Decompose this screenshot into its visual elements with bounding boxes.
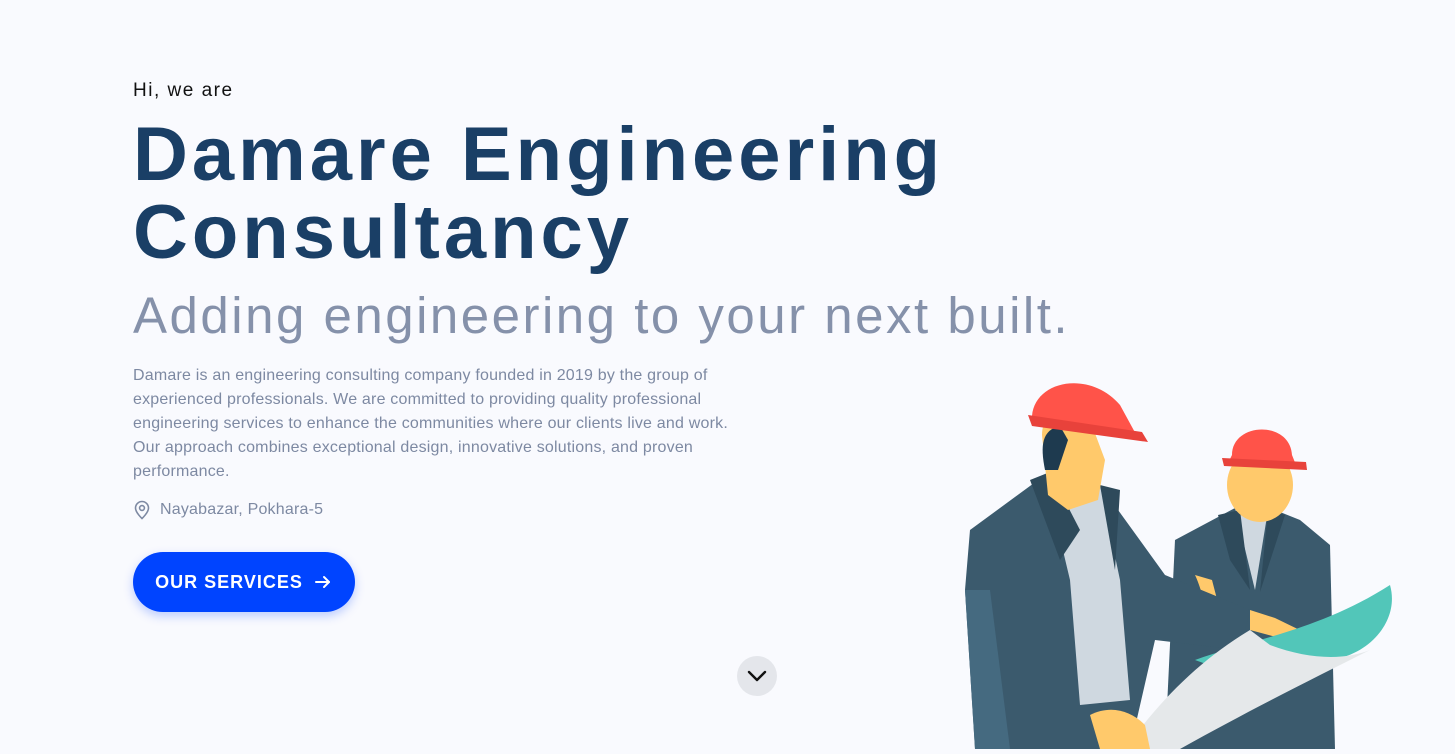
engineers-illustration — [950, 360, 1410, 749]
location-text: Nayabazar, Pokhara-5 — [160, 501, 324, 518]
our-services-button[interactable]: OUR SERVICES — [133, 552, 355, 612]
hero-greeting: Hi, we are — [133, 80, 234, 101]
arrow-right-icon — [313, 572, 333, 592]
chevron-down-icon — [746, 669, 768, 683]
our-services-label: OUR SERVICES — [155, 571, 303, 592]
hero-tagline: Adding engineering to your next built. — [133, 287, 1071, 344]
hero-description: Damare is an engineering consulting comp… — [133, 367, 728, 480]
scroll-down-button[interactable] — [737, 656, 777, 696]
hero-title: Damare Engineering Consultancy — [133, 112, 945, 275]
map-pin-icon — [133, 500, 151, 520]
location: Nayabazar, Pokhara-5 — [133, 500, 323, 520]
